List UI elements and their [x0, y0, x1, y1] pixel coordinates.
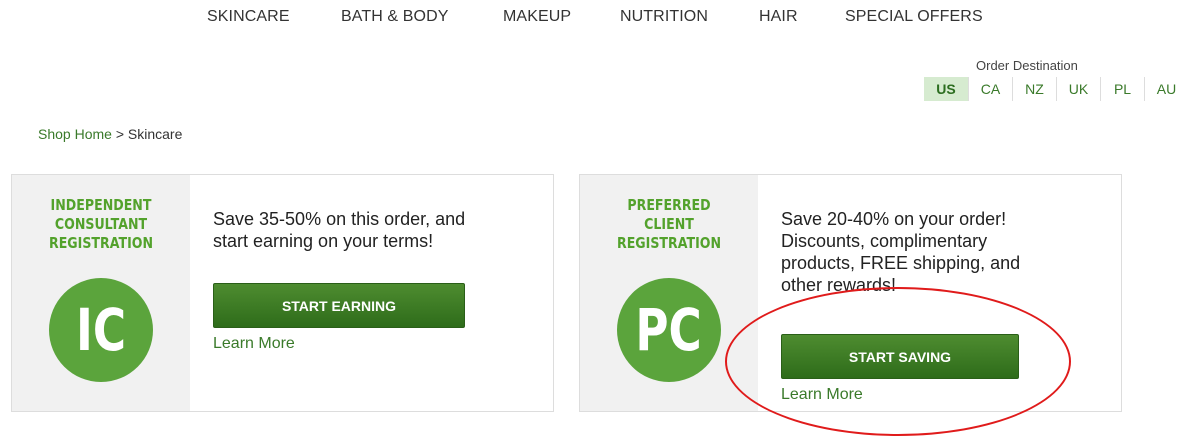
ic-card-sidebar: INDEPENDENT CONSULTANT REGISTRATION IC	[12, 175, 190, 411]
start-earning-button[interactable]: START EARNING	[213, 283, 465, 328]
breadcrumb-home-link[interactable]: Shop Home	[38, 126, 112, 142]
ic-title-line-2: CONSULTANT	[54, 215, 148, 233]
ic-description-line-2: start earning on your terms!	[213, 231, 434, 251]
nav-nutrition[interactable]: NUTRITION	[620, 8, 708, 26]
destination-nz[interactable]: NZ	[1012, 77, 1056, 101]
ic-registration-card: INDEPENDENT CONSULTANT REGISTRATION IC S…	[11, 174, 554, 412]
destination-au[interactable]: AU	[1144, 77, 1188, 101]
pc-description-line-2: Discounts, complimentary	[781, 231, 988, 251]
breadcrumb: Shop Home > Skincare	[38, 126, 182, 142]
pc-badge-icon: PC	[617, 278, 721, 382]
order-destination-selector: US CA NZ UK PL AU	[924, 77, 1188, 101]
pc-title-line-2: CLIENT	[644, 215, 694, 233]
ic-badge-text: IC	[75, 296, 127, 364]
pc-description-line-3: products, FREE shipping, and	[781, 253, 1021, 273]
start-saving-button[interactable]: START SAVING	[781, 334, 1019, 379]
pc-card-sidebar: PREFERRED CLIENT REGISTRATION PC	[580, 175, 758, 411]
pc-learn-more-link[interactable]: Learn More	[781, 386, 863, 404]
ic-title-line-1: INDEPENDENT	[50, 196, 152, 214]
pc-description-line-1: Save 20-40% on your order!	[781, 209, 1007, 229]
ic-title-line-3: REGISTRATION	[48, 234, 154, 252]
breadcrumb-separator: >	[111, 126, 128, 142]
destination-pl[interactable]: PL	[1100, 77, 1144, 101]
pc-description-line-4: other rewards!	[781, 275, 897, 295]
ic-learn-more-link[interactable]: Learn More	[213, 335, 295, 353]
main-nav: SKINCARE BATH & BODY MAKEUP NUTRITION HA…	[0, 8, 1201, 28]
nav-makeup[interactable]: MAKEUP	[503, 8, 571, 26]
breadcrumb-current: Skincare	[127, 126, 183, 142]
nav-bath-body[interactable]: BATH & BODY	[341, 8, 449, 26]
pc-title-line-1: PREFERRED	[627, 196, 711, 214]
ic-description-line-1: Save 35-50% on this order, and	[213, 209, 466, 229]
order-destination-label: Order Destination	[976, 58, 1078, 73]
destination-ca[interactable]: CA	[968, 77, 1012, 101]
pc-registration-card: PREFERRED CLIENT REGISTRATION PC Save 20…	[579, 174, 1122, 412]
destination-uk[interactable]: UK	[1056, 77, 1100, 101]
nav-special-offers[interactable]: SPECIAL OFFERS	[845, 8, 983, 26]
destination-us[interactable]: US	[924, 77, 968, 101]
nav-skincare[interactable]: SKINCARE	[207, 8, 290, 26]
pc-title-line-3: REGISTRATION	[616, 234, 722, 252]
ic-badge-icon: IC	[49, 278, 153, 382]
nav-hair[interactable]: HAIR	[759, 8, 798, 26]
pc-badge-text: PC	[635, 296, 703, 364]
